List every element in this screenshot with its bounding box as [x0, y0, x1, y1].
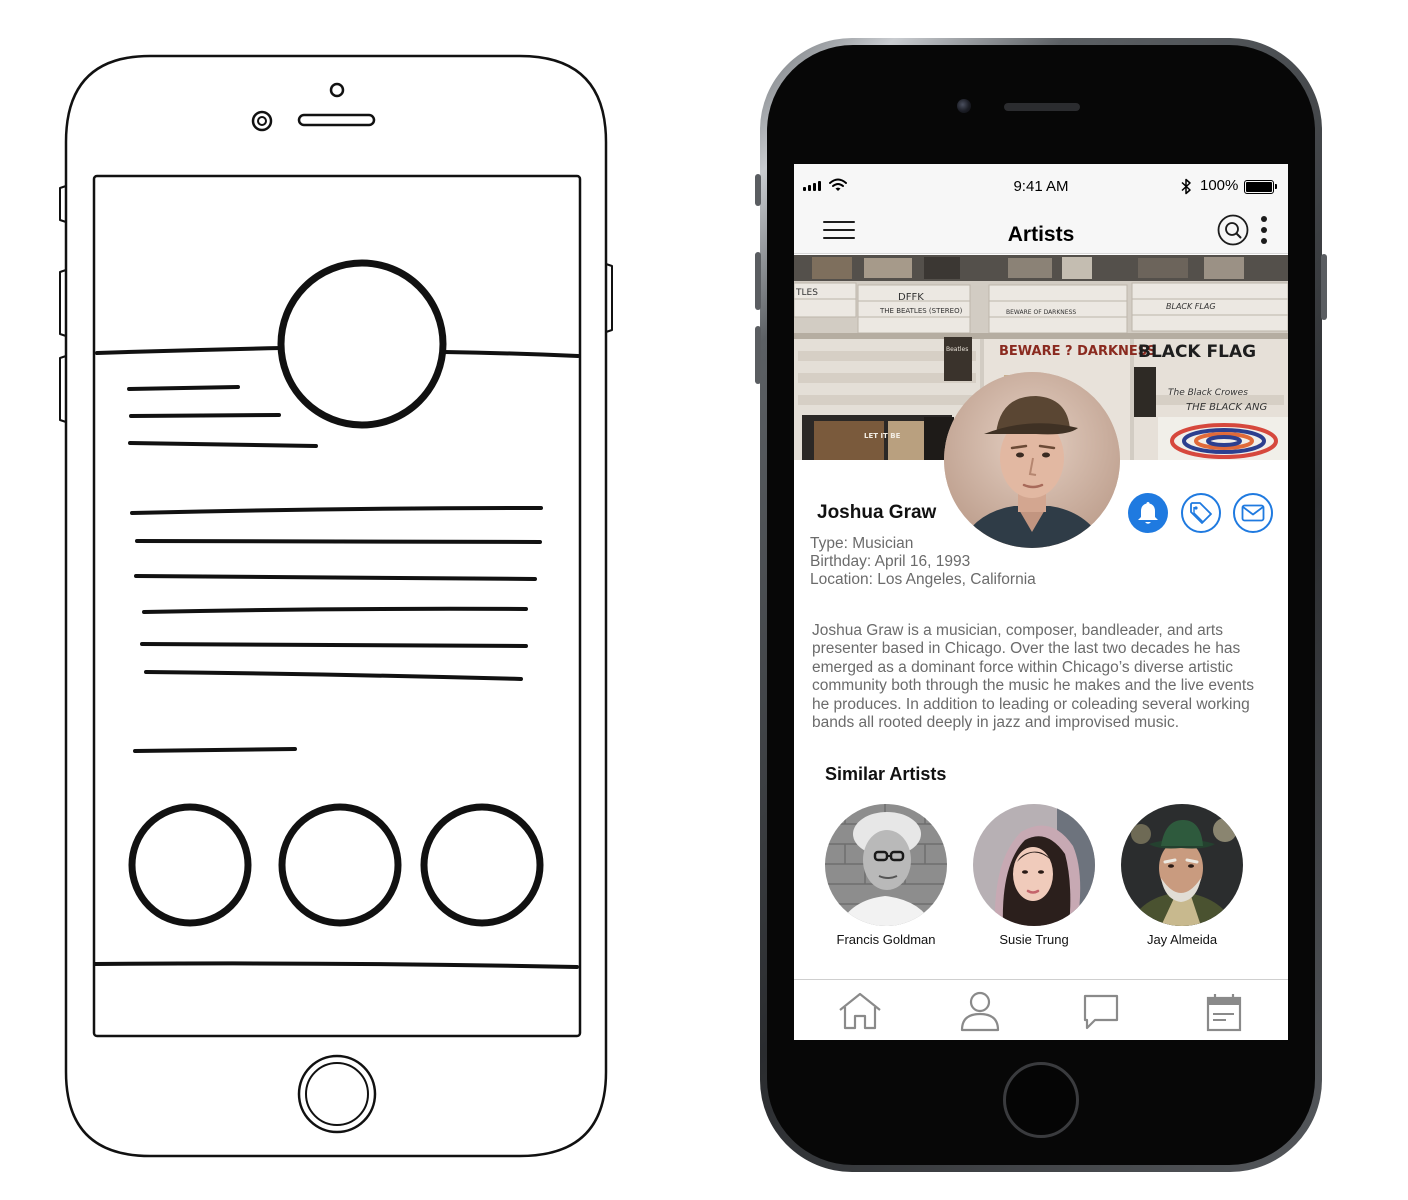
- home-button[interactable]: [1003, 1062, 1079, 1138]
- earpiece-speaker: [1004, 103, 1080, 111]
- wireframe-home-button-inner: [305, 1062, 369, 1126]
- similar-artists-heading: Similar Artists: [825, 764, 947, 784]
- battery-icon: [1244, 180, 1277, 194]
- wireframe-similar-3: [420, 803, 544, 927]
- wireframe-lens-inner: [257, 116, 267, 126]
- similar-artist-photo: [825, 804, 947, 926]
- bell-icon: [1138, 502, 1158, 524]
- artist-bio: Joshua Graw is a musician, composer, ban…: [812, 622, 1254, 732]
- similar-artist-name: Francis Goldman: [836, 932, 936, 947]
- artist-avatar: [944, 372, 1120, 548]
- jay-portrait: [1121, 804, 1243, 926]
- similar-artist-card[interactable]: Francis Goldman: [812, 804, 960, 954]
- wireframe-side-buttons: [59, 185, 613, 423]
- tab-bar: [794, 979, 1288, 1040]
- sleeve-text: DFFK: [898, 292, 924, 303]
- sleeve-text: BLACK FLAG: [1138, 342, 1256, 362]
- artist-name: Joshua Graw: [817, 502, 937, 523]
- susie-portrait: [973, 804, 1095, 926]
- artist-portrait: [944, 372, 1120, 548]
- battery-percent: 100%: [1200, 177, 1239, 194]
- wireframe-lens: [251, 110, 273, 132]
- follow-notify-button[interactable]: [1128, 493, 1168, 533]
- status-bar: 9:41 AM 100%: [794, 164, 1288, 208]
- sleeve-text: THE BLACK ANG: [1186, 402, 1267, 413]
- sleeve-text: THE BEATLES (STEREO): [879, 307, 963, 315]
- wireframe-header-line-left: [95, 346, 284, 355]
- sleeve-text: LET IT BE: [864, 432, 901, 440]
- artist-birthday: Birthday: April 16, 1993: [810, 553, 971, 570]
- sleeve-text: The Black Crowes: [1168, 388, 1248, 398]
- profile-icon[interactable]: [956, 990, 1004, 1034]
- artist-location: Location: Los Angeles, California: [810, 571, 1036, 588]
- wireframe-sketch: [59, 54, 613, 1158]
- volume-down-button: [755, 326, 761, 384]
- wireframe-camera: [329, 82, 345, 98]
- sleeve-text: Beatles: [946, 346, 968, 353]
- wireframe-paragraph-lines: [130, 506, 543, 681]
- tag-button[interactable]: [1181, 493, 1221, 533]
- bluetooth-icon: [1181, 178, 1191, 195]
- mute-switch: [755, 174, 761, 206]
- home-icon[interactable]: [836, 990, 884, 1034]
- sleeve-text: BLACK FLAG: [1166, 302, 1216, 311]
- wireframe-similar-1: [128, 803, 252, 927]
- similar-artist-card[interactable]: Jay Almeida: [1108, 804, 1256, 954]
- wireframe-speaker: [297, 113, 376, 127]
- artist-type: Type: Musician: [810, 535, 914, 552]
- navigation-bar: Artists: [794, 208, 1288, 254]
- similar-artist-photo: [1121, 804, 1243, 926]
- wireframe-detail-lines: [127, 385, 318, 448]
- sleeve-text: TLES: [795, 288, 818, 298]
- sleeve-text: BEWARE OF DARKNESS: [1006, 309, 1076, 316]
- sleeve-text: BEWARE ? DARKNESS: [999, 344, 1156, 359]
- similar-artist-name: Jay Almeida: [1146, 932, 1218, 947]
- app-screen: 9:41 AM 100% Artists TLES DFFK THE BEATL…: [794, 164, 1288, 1040]
- mail-icon: [1241, 504, 1265, 522]
- power-button: [1321, 254, 1327, 320]
- wireframe-avatar: [277, 259, 447, 429]
- francis-portrait: [825, 804, 947, 926]
- similar-artist-card[interactable]: Susie Trung: [960, 804, 1108, 954]
- wireframe-similar-2: [278, 803, 402, 927]
- calendar-icon[interactable]: [1200, 990, 1248, 1034]
- page-title: Artists: [1007, 223, 1075, 246]
- wireframe-tabbar-line: [93, 961, 579, 969]
- similar-artist-name: Susie Trung: [999, 932, 1069, 947]
- wireframe-header-line-right: [442, 350, 580, 358]
- more-vertical-icon[interactable]: [1258, 214, 1270, 246]
- similar-artist-photo: [973, 804, 1095, 926]
- wireframe-screen: [92, 174, 582, 1038]
- wireframe-home-button: [297, 1054, 377, 1134]
- message-button[interactable]: [1233, 493, 1273, 533]
- volume-up-button: [755, 252, 761, 310]
- front-camera: [957, 99, 971, 113]
- tag-icon: [1190, 502, 1212, 524]
- wireframe-phone-outline: [64, 54, 608, 1158]
- wireframe-section-line: [133, 747, 297, 753]
- chat-icon[interactable]: [1077, 990, 1125, 1034]
- search-icon[interactable]: [1217, 214, 1249, 246]
